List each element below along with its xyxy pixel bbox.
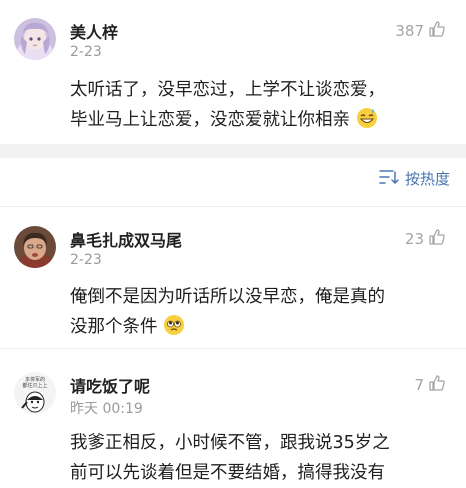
comment-text-line: 前可以先谈着但是不要结婚，搞得我没有 <box>70 463 385 483</box>
sweat-smile-emoji <box>356 107 378 139</box>
like-count: 7 <box>414 376 424 394</box>
like-button[interactable]: 23 <box>405 228 446 250</box>
comment-text: 太听话了，没早恋过，上学不让谈恋爱， 毕业马上让恋爱，没恋爱就让你相亲 <box>70 75 452 139</box>
sort-toggle[interactable]: 按热度 <box>379 168 450 189</box>
comment-text-line: 俺倒不是因为听话所以没早恋，俺是真的 <box>70 287 385 307</box>
svg-text:本将军的: 本将军的 <box>25 376 45 383</box>
thumbs-up-icon <box>428 374 446 396</box>
comment-username[interactable]: 美人梓 <box>70 19 118 43</box>
comment-date: 2-23 <box>70 252 102 268</box>
like-count: 23 <box>404 230 424 248</box>
like-count: 387 <box>395 22 424 40</box>
comment-text-line: 太听话了，没早恋过，上学不让谈恋爱， <box>70 80 385 100</box>
section-divider <box>0 144 466 158</box>
comment-text-line: 毕业马上让恋爱，没恋爱就让你相亲 <box>70 110 350 130</box>
avatar[interactable] <box>14 226 56 268</box>
comment-text-line: 我爹正相反，小时候不管，跟我说35岁之 <box>70 433 390 453</box>
avatar[interactable] <box>14 18 56 60</box>
thumbs-up-icon <box>428 228 446 250</box>
comment-date: 昨天 00:19 <box>70 401 143 417</box>
comment-text-line: 没那个条件 <box>70 317 158 337</box>
divider <box>0 348 466 349</box>
like-button[interactable]: 387 <box>395 20 446 42</box>
comment-username[interactable]: 鼻毛扎成双马尾 <box>70 227 182 251</box>
comment-username[interactable]: 请吃饭了呢 <box>70 373 150 397</box>
comment-text: 我爹正相反，小时候不管，跟我说35岁之 前可以先谈着但是不要结婚，搞得我没有 <box>70 428 452 488</box>
like-button[interactable]: 7 <box>414 374 446 396</box>
avatar[interactable]: 本将军的 都住爪上上 <box>14 372 56 414</box>
sort-label: 按热度 <box>404 170 450 188</box>
svg-text:都住爪上上: 都住爪上上 <box>22 382 47 389</box>
comment-date: 2-23 <box>70 44 102 60</box>
sort-icon <box>379 169 399 189</box>
thumbs-up-icon <box>428 20 446 42</box>
pleading-face-emoji <box>163 314 185 346</box>
divider <box>0 206 466 207</box>
comment-text: 俺倒不是因为听话所以没早恋，俺是真的 没那个条件 <box>70 282 452 346</box>
